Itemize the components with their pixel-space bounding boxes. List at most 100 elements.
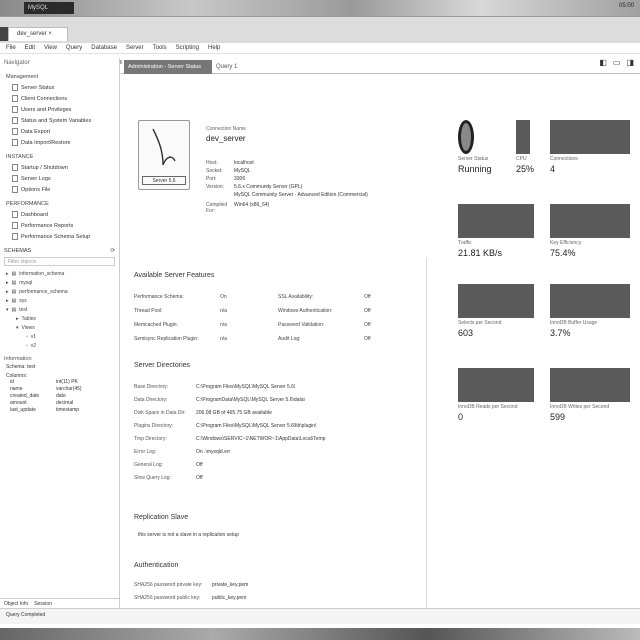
- tab-server-status[interactable]: Administration - Server Status: [124, 60, 212, 74]
- expand-arrow-icon[interactable]: ▸: [6, 280, 9, 286]
- features-title: Available Server Features: [134, 272, 215, 279]
- view-item[interactable]: ▫ v2: [6, 341, 119, 350]
- management-item[interactable]: Data Export: [0, 126, 119, 137]
- expand-arrow-icon[interactable]: ▾: [6, 307, 9, 313]
- management-item[interactable]: Server Status: [0, 82, 119, 93]
- admin-item-icon: [12, 95, 18, 102]
- tile-caption: InnoDB Buffer Usage: [550, 320, 598, 326]
- server-info-row: Compiled For: Win64 (x86_64): [206, 202, 269, 214]
- admin-item-icon: [12, 164, 18, 171]
- tab-query-1[interactable]: Query 1: [216, 60, 237, 74]
- auth-row: SHA256 password public key: public_key.pe…: [134, 595, 424, 601]
- auth-key: SHA256 password private key:: [134, 582, 203, 588]
- management-item[interactable]: Users and Privileges: [0, 104, 119, 115]
- feature-name: Audit Log:: [278, 336, 301, 342]
- expand-arrow-icon[interactable]: ▸: [16, 316, 19, 322]
- tile-graph: [458, 368, 534, 402]
- close-icon[interactable]: ×: [48, 31, 52, 37]
- performance-item[interactable]: Performance Schema Setup: [0, 231, 119, 242]
- tile-caption: CPU: [516, 156, 527, 162]
- server-info-key: [206, 192, 234, 198]
- menu-bar: File Edit View Query Database Server Too…: [0, 43, 640, 54]
- instance-item[interactable]: Startup / Shutdown: [0, 162, 119, 173]
- feature-name: SSL Availability:: [278, 294, 314, 300]
- column-type: varchar(45): [56, 386, 82, 392]
- content-scrollbar[interactable]: [426, 258, 430, 608]
- management-item[interactable]: Status and System Variables: [0, 115, 119, 126]
- management-title: Management: [6, 74, 39, 80]
- column-name: id: [10, 379, 14, 385]
- dashboard-tile: CPU 25%: [516, 120, 534, 178]
- instance-title: INSTANCE: [6, 154, 34, 160]
- menu-view[interactable]: View: [44, 45, 57, 51]
- schema-tree-item[interactable]: ▸ ▤ information_schema: [6, 269, 119, 278]
- navigator-title: Navigator: [4, 60, 30, 66]
- menu-database[interactable]: Database: [91, 45, 117, 51]
- column-info-row: created_date date: [10, 393, 119, 400]
- connection-tab[interactable]: dev_server ×: [8, 27, 68, 41]
- menu-help[interactable]: Help: [208, 45, 220, 51]
- server-info-key: Compiled For:: [206, 202, 228, 214]
- menu-server[interactable]: Server: [126, 45, 144, 51]
- directory-row: General Log: Off: [134, 462, 424, 468]
- performance-item[interactable]: Dashboard: [0, 209, 119, 220]
- menu-edit[interactable]: Edit: [25, 45, 35, 51]
- server-info-value: localhost: [234, 160, 254, 166]
- instance-item[interactable]: Server Logs: [0, 173, 119, 184]
- server-info-key: Port:: [206, 176, 217, 182]
- column-type: decimal: [56, 400, 74, 406]
- schema-child-item[interactable]: ▸ Tables: [6, 314, 119, 323]
- schema-tree-item[interactable]: ▸ ▤ mysql: [6, 278, 119, 287]
- home-icon[interactable]: [0, 27, 8, 41]
- tile-graph: [550, 368, 630, 402]
- connection-tab-label: dev_server: [17, 31, 47, 37]
- management-item[interactable]: Client Connections: [0, 93, 119, 104]
- schema-tree-item[interactable]: ▸ ▤ sys: [6, 296, 119, 305]
- performance-item[interactable]: Performance Reports: [0, 220, 119, 231]
- performance-item-label: Performance Schema Setup: [21, 233, 91, 240]
- tile-caption: Traffic: [458, 240, 472, 246]
- tile-caption: InnoDB Reads per Second: [458, 404, 518, 410]
- instance-item[interactable]: Options File: [0, 184, 119, 195]
- dashboard-tile: InnoDB Buffer Usage 3.7%: [550, 284, 630, 342]
- menu-scripting[interactable]: Scripting: [176, 45, 199, 51]
- admin-item-icon: [12, 106, 18, 113]
- connection-name: dev_server: [206, 134, 246, 143]
- tile-graph: [550, 284, 630, 318]
- directory-row: Tmp Directory: C:\Windows\SERVIC~1\NETWOR…: [134, 436, 424, 442]
- server-info-value: Win64 (x86_64): [234, 202, 270, 208]
- schemas-title: SCHEMAS: [4, 248, 32, 254]
- expand-arrow-icon[interactable]: ▾: [16, 325, 19, 331]
- performance-item-label: Performance Reports: [21, 222, 74, 229]
- menu-query[interactable]: Query: [66, 45, 82, 51]
- tile-caption: Selects per Second: [458, 320, 502, 326]
- schema-tree-item[interactable]: ▾ ▤ test: [6, 305, 119, 314]
- server-info-value: MySQL Community Server - Advanced Editio…: [234, 192, 368, 198]
- column-type: date: [56, 393, 66, 399]
- refresh-icon[interactable]: ⟳: [110, 248, 115, 254]
- performance-title: PERFORMANCE: [6, 201, 49, 207]
- view-item[interactable]: ▫ v1: [6, 332, 119, 341]
- expand-arrow-icon[interactable]: ▸: [6, 271, 9, 277]
- expand-arrow-icon[interactable]: ▸: [6, 298, 9, 304]
- schema-filter-input[interactable]: Filter objects: [4, 257, 115, 266]
- schema-child-item[interactable]: ▾ Views: [6, 323, 119, 332]
- management-item-label: Data Export: [21, 128, 51, 135]
- expand-arrow-icon[interactable]: ▸: [6, 289, 9, 295]
- dashboard-tile: Selects per Second 603: [458, 284, 534, 342]
- tile-graph: [550, 204, 630, 238]
- management-item[interactable]: Data Import/Restore: [0, 137, 119, 148]
- schema-tree-item[interactable]: ▸ ▤ performance_schema: [6, 287, 119, 296]
- view-name: v2: [30, 342, 37, 349]
- menu-file[interactable]: File: [6, 45, 16, 51]
- main-panel: Administration - Server Status Query 1 S…: [122, 58, 640, 608]
- column-info-row: name varchar(45): [10, 386, 119, 393]
- session-tab[interactable]: Session: [34, 601, 52, 607]
- connection-name-label: Connection Name: [206, 126, 247, 132]
- taskbar-app-button[interactable]: MySQL Workbench: [24, 2, 74, 23]
- tile-caption: Key Efficiency: [550, 240, 582, 246]
- tile-graph: [458, 204, 534, 238]
- authentication-title: Authentication: [134, 562, 179, 569]
- object-info-tab[interactable]: Object Info: [4, 601, 28, 607]
- menu-tools[interactable]: Tools: [153, 45, 167, 51]
